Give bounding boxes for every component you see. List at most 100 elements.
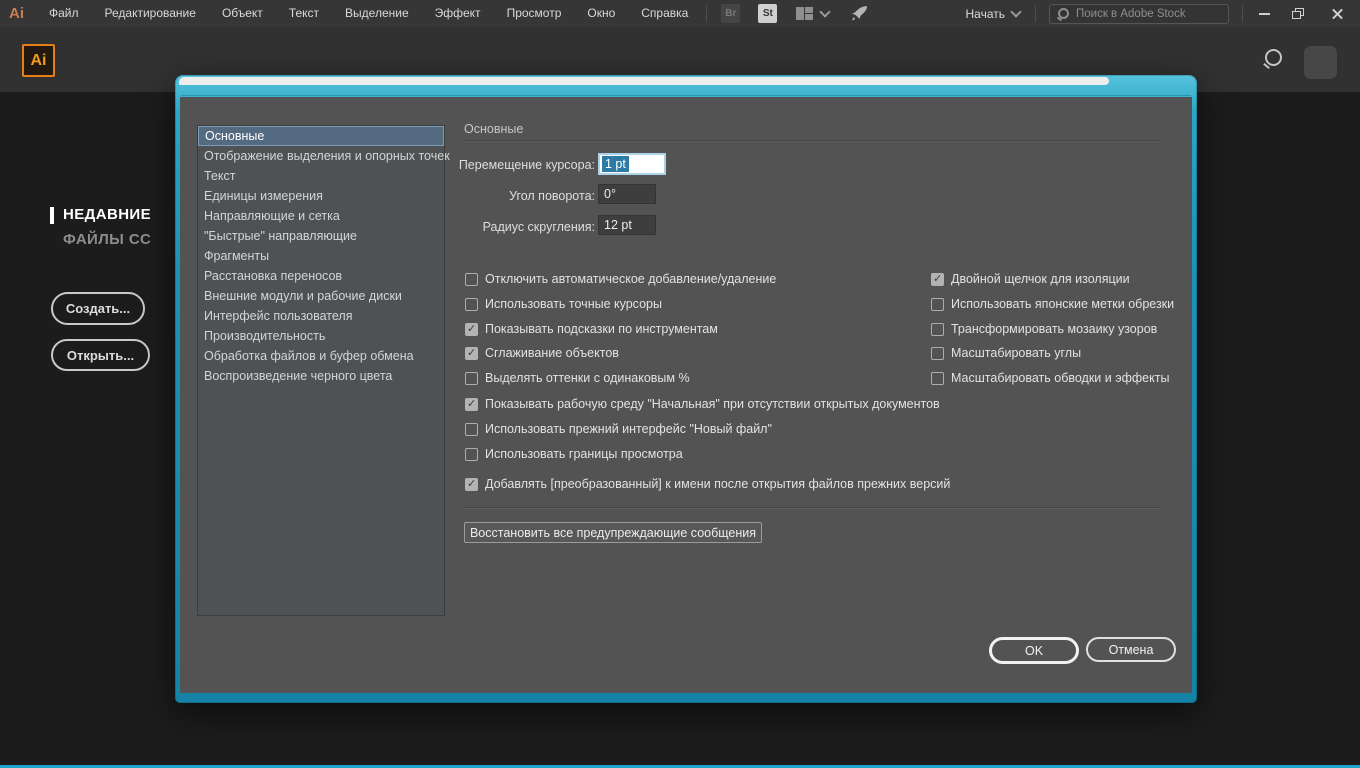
category-item[interactable]: Единицы измерения xyxy=(198,186,444,206)
checkbox-row[interactable]: Отключить автоматическое добавление/удал… xyxy=(465,271,776,287)
checkbox-label: Показывать подсказки по инструментам xyxy=(485,322,718,336)
close-button[interactable] xyxy=(1314,0,1360,27)
checkbox-icon[interactable] xyxy=(465,398,478,411)
checkbox-row[interactable]: Показывать подсказки по инструментам xyxy=(465,321,718,337)
category-item[interactable]: Основные xyxy=(198,126,444,146)
checkbox-label: Использовать границы просмотра xyxy=(485,447,683,461)
category-item[interactable]: Отображение выделения и опорных точек xyxy=(198,146,444,166)
category-item[interactable]: Текст xyxy=(198,166,444,186)
bridge-icon[interactable]: Br xyxy=(721,4,740,23)
search-icon[interactable] xyxy=(1265,49,1282,66)
checkbox-label: Отключить автоматическое добавление/удал… xyxy=(485,272,776,286)
category-list: ОсновныеОтображение выделения и опорных … xyxy=(197,125,445,616)
checkbox-label: Масштабировать обводки и эффекты xyxy=(951,371,1169,385)
checkbox-label: Показывать рабочую среду "Начальная" при… xyxy=(485,397,940,411)
checkbox-row[interactable]: Использовать прежний интерфейс "Новый фа… xyxy=(465,421,772,437)
category-item[interactable]: Расстановка переносов xyxy=(198,266,444,286)
checkbox-icon[interactable] xyxy=(931,372,944,385)
illustrator-app-icon: Ai xyxy=(22,44,55,77)
create-button[interactable]: Создать... xyxy=(51,292,145,325)
rotation-angle-label: Угол поворота: xyxy=(414,189,595,203)
checkbox-row[interactable]: Масштабировать обводки и эффекты xyxy=(931,370,1169,386)
corner-radius-label: Радиус скругления: xyxy=(414,220,595,234)
menu-item[interactable]: Справка xyxy=(628,0,701,27)
rocket-icon[interactable] xyxy=(851,5,868,22)
menu-item[interactable]: Выделение xyxy=(332,0,422,27)
search-placeholder: Поиск в Adobe Stock xyxy=(1076,8,1186,20)
menu-item[interactable]: Окно xyxy=(574,0,628,27)
checkbox-row[interactable]: Сглаживание объектов xyxy=(465,345,619,361)
category-item[interactable]: Фрагменты xyxy=(198,246,444,266)
checkbox-icon[interactable] xyxy=(931,323,944,336)
checkbox-row[interactable]: Использовать японские метки обрезки xyxy=(931,296,1174,312)
restore-button[interactable] xyxy=(1281,0,1314,27)
menu-item[interactable]: Объект xyxy=(209,0,276,27)
menu-item[interactable]: Просмотр xyxy=(494,0,575,27)
checkbox-icon[interactable] xyxy=(465,372,478,385)
checkbox-icon[interactable] xyxy=(465,423,478,436)
menu-bar: Ai ФайлРедактированиеОбъектТекстВыделени… xyxy=(0,0,1360,27)
category-item[interactable]: Воспроизведение черного цвета xyxy=(198,366,444,386)
rotation-angle-input[interactable]: 0° xyxy=(598,184,656,204)
menu-item[interactable]: Редактирование xyxy=(92,0,209,27)
checkbox-icon[interactable] xyxy=(931,273,944,286)
checkbox-row[interactable]: Использовать точные курсоры xyxy=(465,296,662,312)
checkbox-row[interactable]: Показывать рабочую среду "Начальная" при… xyxy=(465,396,940,412)
illustrator-app-icon-label: Ai xyxy=(31,52,47,70)
stock-icon[interactable]: St xyxy=(758,4,777,23)
checkbox-icon[interactable] xyxy=(465,273,478,286)
divider xyxy=(464,140,1162,142)
checkbox-row[interactable]: Трансформировать мозаику узоров xyxy=(931,321,1157,337)
preferences-dialog: ОсновныеОтображение выделения и опорных … xyxy=(175,75,1197,703)
illustrator-logo-icon: Ai xyxy=(9,5,24,22)
divider xyxy=(464,507,1162,509)
open-button[interactable]: Открыть... xyxy=(51,339,150,371)
checkbox-icon[interactable] xyxy=(465,347,478,360)
cancel-button[interactable]: Отмена xyxy=(1086,637,1176,662)
chevron-down-icon xyxy=(1010,6,1021,17)
category-item[interactable]: Внешние модули и рабочие диски xyxy=(198,286,444,306)
category-item[interactable]: Производительность xyxy=(198,326,444,346)
checkbox-label: Трансформировать мозаику узоров xyxy=(951,322,1157,336)
checkbox-label: Масштабировать углы xyxy=(951,346,1081,360)
menu-item[interactable]: Эффект xyxy=(422,0,494,27)
avatar[interactable] xyxy=(1304,46,1337,79)
checkbox-label: Выделять оттенки с одинаковым % xyxy=(485,371,690,385)
checkbox-icon[interactable] xyxy=(465,298,478,311)
checkbox-row[interactable]: Использовать границы просмотра xyxy=(465,446,683,462)
checkbox-icon[interactable] xyxy=(931,347,944,360)
adobe-stock-search-input[interactable]: Поиск в Adobe Stock xyxy=(1049,4,1229,24)
workspace-switcher-icon[interactable] xyxy=(796,7,814,20)
checkbox-icon[interactable] xyxy=(931,298,944,311)
checkbox-row[interactable]: Добавлять [преобразованный] к имени посл… xyxy=(465,476,950,492)
checkbox-label: Использовать точные курсоры xyxy=(485,297,662,311)
category-item[interactable]: Интерфейс пользователя xyxy=(198,306,444,326)
start-menu[interactable]: Начать xyxy=(966,7,1021,21)
sidebar-item-recent[interactable]: НЕДАВНИЕ xyxy=(63,206,151,223)
start-label[interactable]: Начать xyxy=(966,7,1006,21)
corner-radius-input[interactable]: 12 pt xyxy=(598,215,656,235)
dialog-titlebar[interactable] xyxy=(179,77,1109,85)
sidebar-item-cc-files[interactable]: ФАЙЛЫ CC xyxy=(63,231,151,248)
checkbox-icon[interactable] xyxy=(465,323,478,336)
category-item[interactable]: Обработка файлов и буфер обмена xyxy=(198,346,444,366)
checkbox-row[interactable]: Выделять оттенки с одинаковым % xyxy=(465,370,690,386)
close-icon xyxy=(1331,7,1344,20)
category-item[interactable]: "Быстрые" направляющие xyxy=(198,226,444,246)
chevron-down-icon[interactable] xyxy=(820,6,831,17)
menu-item[interactable]: Текст xyxy=(276,0,332,27)
reset-warnings-button[interactable]: Восстановить все предупреждающие сообщен… xyxy=(464,522,762,543)
cursor-key-label: Перемещение курсора: xyxy=(414,158,595,172)
ok-button[interactable]: OK xyxy=(989,637,1079,664)
checkbox-icon[interactable] xyxy=(465,448,478,461)
category-item[interactable]: Направляющие и сетка xyxy=(198,206,444,226)
checkbox-row[interactable]: Двойной щелчок для изоляции xyxy=(931,271,1130,287)
menu-item[interactable]: Файл xyxy=(36,0,92,27)
checkbox-icon[interactable] xyxy=(465,478,478,491)
dialog-content: ОсновныеОтображение выделения и опорных … xyxy=(180,97,1192,693)
menu-items: ФайлРедактированиеОбъектТекстВыделениеЭф… xyxy=(36,0,701,27)
checkbox-row[interactable]: Масштабировать углы xyxy=(931,345,1081,361)
cursor-key-input[interactable]: 1 pt xyxy=(598,153,666,175)
minimize-button[interactable] xyxy=(1248,0,1281,27)
panel-title: Основные xyxy=(464,122,523,136)
